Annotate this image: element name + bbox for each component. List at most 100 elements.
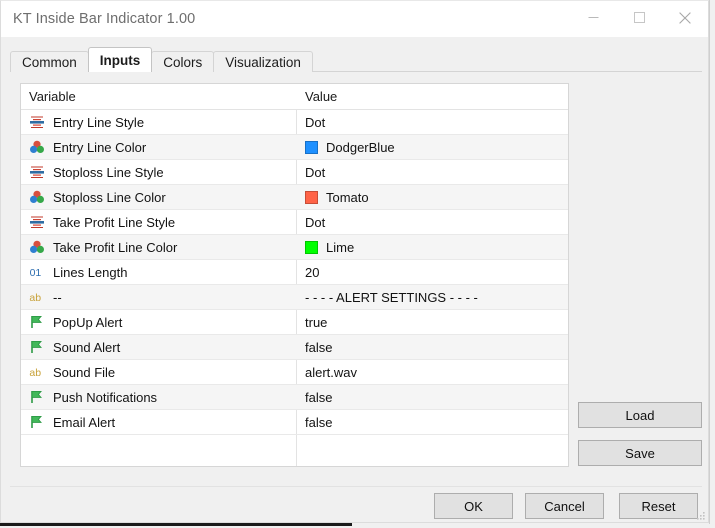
row-value-text: DodgerBlue [326,139,395,155]
row-variable-label: Stoploss Line Color [53,189,166,205]
table-row[interactable]: Stoploss Line Color Tomato [21,185,568,210]
row-variable-cell: Push Notifications [21,389,297,405]
row-value-cell[interactable]: DodgerBlue [297,140,568,155]
row-variable-cell: Take Profit Line Color [21,239,297,255]
row-value-cell[interactable]: false [297,415,568,430]
table-row[interactable]: 01 Lines Length 20 [21,260,568,285]
row-variable-label: PopUp Alert [53,314,123,330]
tab-colors-label: Colors [163,54,203,70]
row-variable-cell: Stoploss Line Style [21,164,297,180]
tab-colors[interactable]: Colors [151,51,215,72]
line-style-icon [30,216,44,228]
row-variable-cell: ab -- [21,289,297,305]
boolean-icon [31,415,42,428]
load-button[interactable]: Load [578,402,702,428]
string-icon: ab [29,292,41,304]
row-variable-label: Sound Alert [53,339,121,355]
table-row[interactable]: Take Profit Line Style Dot [21,210,568,235]
window-frame: KT Inside Bar Indicator 1.00 Common Inpu… [0,0,709,523]
row-variable-label: -- [53,289,62,305]
tab-common-label: Common [22,54,77,70]
boolean-icon [31,340,42,353]
row-value-cell[interactable]: false [297,340,568,355]
table-row[interactable]: Email Alert false [21,410,568,435]
close-button[interactable] [662,1,708,34]
row-variable-label: Take Profit Line Style [53,214,176,230]
color-icon [30,140,44,153]
table-row[interactable]: ab -- - - - - ALERT SETTINGS - - - - [21,285,568,310]
window-right-edge [709,0,710,524]
line-style-icon [30,166,44,178]
minimize-button[interactable] [570,1,616,34]
tab-common[interactable]: Common [10,51,89,72]
table-header-row: Variable Value [21,84,568,110]
save-button[interactable]: Save [578,440,702,466]
string-icon: ab [29,367,41,379]
svg-text:ab: ab [29,367,41,379]
table-row[interactable]: Entry Line Color DodgerBlue [21,135,568,160]
integer-icon: 01 [30,267,42,279]
table-row[interactable]: Sound Alert false [21,335,568,360]
tab-strip: Common Inputs Colors Visualization [10,47,702,72]
row-value-cell[interactable]: - - - - ALERT SETTINGS - - - - [297,290,568,305]
table-row[interactable]: Push Notifications false [21,385,568,410]
line-style-icon [30,116,44,128]
header-variable-label: Variable [29,89,76,104]
reset-button[interactable]: Reset [619,493,698,519]
row-variable-label: Take Profit Line Color [53,239,178,255]
row-value-text: false [305,414,333,430]
table-row[interactable]: Entry Line Style Dot [21,110,568,135]
maximize-button[interactable] [616,1,662,34]
header-cell-value: Value [297,89,568,104]
row-value-text: 20 [305,264,320,280]
row-variable-label: Entry Line Color [53,139,147,155]
row-variable-label: Sound File [53,364,116,380]
row-value-cell[interactable]: Lime [297,240,568,255]
boolean-icon [31,315,42,328]
row-value-cell[interactable]: Dot [297,165,568,180]
row-value-cell[interactable]: false [297,390,568,405]
properties-dialog-window: KT Inside Bar Indicator 1.00 Common Inpu… [0,0,715,528]
row-value-cell[interactable]: Tomato [297,190,568,205]
cancel-button[interactable]: Cancel [525,493,604,519]
row-variable-cell: Stoploss Line Color [21,189,297,205]
window-title: KT Inside Bar Indicator 1.00 [13,11,196,27]
row-variable-cell: PopUp Alert [21,314,297,330]
close-icon [679,11,691,24]
resize-grip-icon[interactable] [694,510,706,522]
table-row[interactable]: Stoploss Line Style Dot [21,160,568,185]
row-value-cell[interactable]: alert.wav [297,365,568,380]
tab-inputs[interactable]: Inputs [87,47,153,72]
row-variable-cell: ab Sound File [21,364,297,380]
row-value-text: false [305,389,333,405]
table-row[interactable]: Take Profit Line Color Lime [21,235,568,260]
row-variable-cell: Entry Line Color [21,139,297,155]
ok-button[interactable]: OK [434,493,513,519]
row-value-text: true [305,314,328,330]
color-swatch [305,140,318,154]
table-row[interactable]: ab Sound File alert.wav [21,360,568,385]
row-value-cell[interactable]: Dot [297,115,568,130]
boolean-icon [31,390,42,403]
row-variable-cell: Take Profit Line Style [21,214,297,230]
row-variable-label: Stoploss Line Style [53,164,164,180]
row-value-text: alert.wav [305,364,358,380]
inputs-table: Variable Value Entry Line Style Dot Entr… [20,83,569,467]
tabs-row: Common Inputs Colors Visualization [10,47,313,72]
color-swatch [305,190,318,204]
footer-bar: OK Cancel Reset [1,490,708,524]
footer-separator [10,486,702,487]
row-value-cell[interactable]: true [297,315,568,330]
row-variable-cell: Email Alert [21,414,297,430]
svg-text:01: 01 [30,267,42,279]
header-cell-variable: Variable [21,89,297,104]
reset-button-label: Reset [641,498,676,514]
tab-inputs-label: Inputs [99,52,141,68]
inputs-panel: Variable Value Entry Line Style Dot Entr… [10,72,702,482]
row-value-cell[interactable]: Dot [297,215,568,230]
table-row[interactable]: PopUp Alert true [21,310,568,335]
tab-visualization[interactable]: Visualization [213,51,313,72]
save-button-label: Save [625,445,655,461]
row-value-cell[interactable]: 20 [297,265,568,280]
header-value-label: Value [305,89,338,104]
